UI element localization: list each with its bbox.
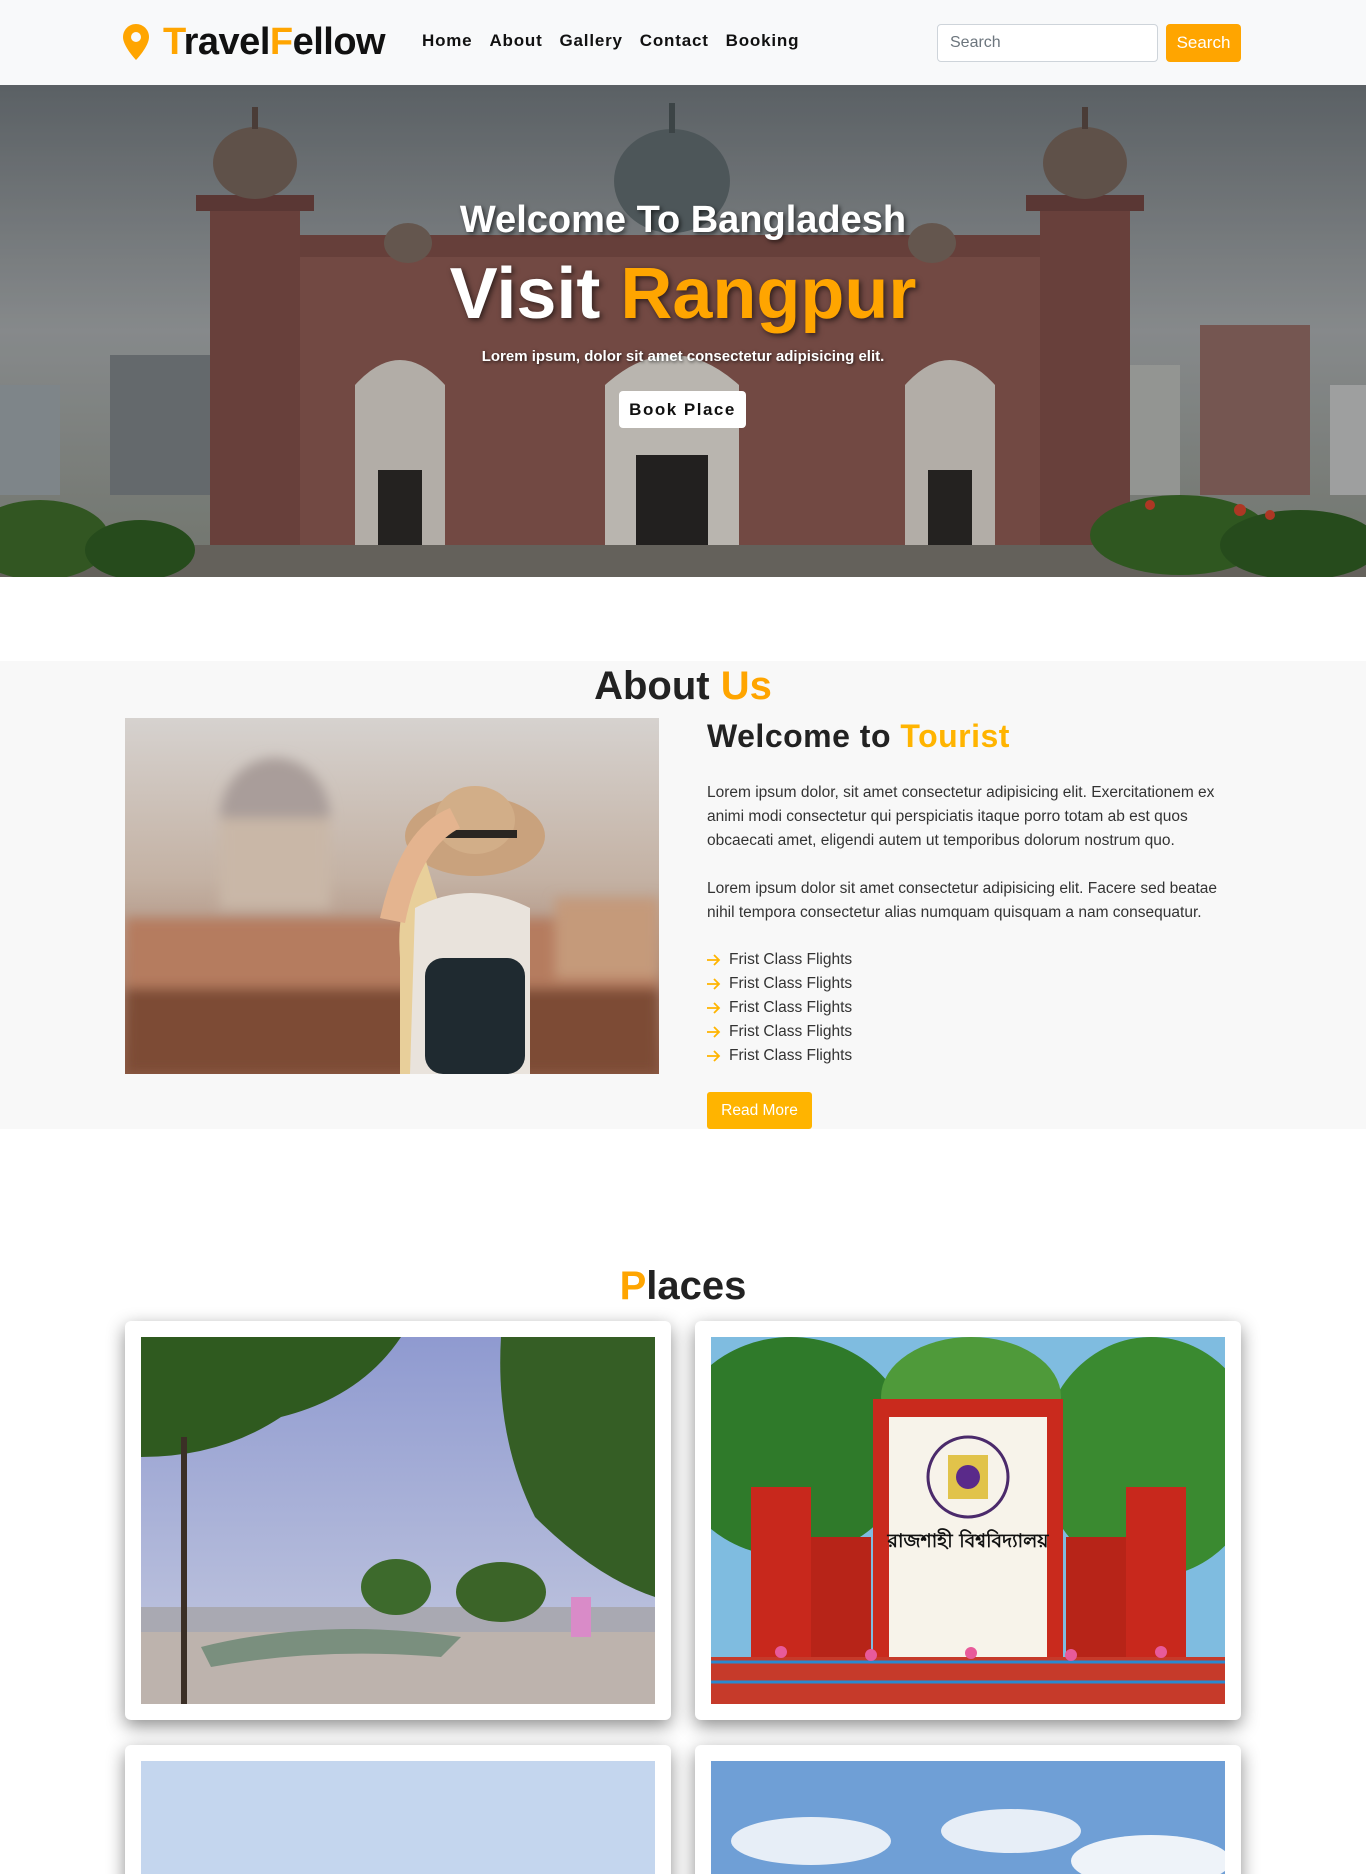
nav-booking[interactable]: Booking bbox=[726, 31, 800, 51]
place-card[interactable] bbox=[125, 1745, 671, 1874]
nav-gallery[interactable]: Gallery bbox=[560, 31, 623, 51]
search-button[interactable]: Search bbox=[1166, 24, 1241, 62]
navbar: TravelFellow Home About Gallery Contact … bbox=[0, 0, 1366, 85]
list-item: Frist Class Flights bbox=[707, 996, 852, 1020]
brand-name: TravelFellow bbox=[163, 20, 386, 63]
place-card[interactable] bbox=[695, 1745, 1241, 1874]
hero-description: Lorem ipsum, dolor sit amet consectetur … bbox=[481, 348, 885, 365]
about-section: About Us Welcome to Tourist Lorem ipsum … bbox=[0, 661, 1366, 1129]
feature-list: Frist Class Flights Frist Class Flights … bbox=[707, 948, 852, 1068]
places-heading: Places bbox=[619, 1264, 747, 1308]
about-paragraph-1: Lorem ipsum dolor, sit amet consectetur … bbox=[707, 784, 1215, 849]
hero-subtitle: Welcome To Bangladesh bbox=[459, 199, 907, 241]
signboard-text: রাজশাহী বিশ্ববিদ্যালয় bbox=[887, 1528, 1050, 1552]
arrow-right-icon bbox=[707, 1002, 721, 1014]
arrow-right-icon bbox=[707, 954, 721, 966]
hero-section: Welcome To Bangladesh Visit Rangpur Lore… bbox=[0, 85, 1366, 577]
arrow-right-icon bbox=[707, 1050, 721, 1062]
arrow-right-icon bbox=[707, 978, 721, 990]
list-item: Frist Class Flights bbox=[707, 972, 852, 996]
list-item: Frist Class Flights bbox=[707, 948, 852, 972]
hero-title: Visit Rangpur bbox=[449, 254, 917, 334]
place-card[interactable] bbox=[125, 1321, 671, 1720]
map-pin-icon bbox=[123, 24, 149, 60]
list-item: Frist Class Flights bbox=[707, 1020, 852, 1044]
arrow-right-icon bbox=[707, 1026, 721, 1038]
place-image: রাজশাহী বিশ্ববিদ্যালয় bbox=[711, 1337, 1225, 1704]
brand-logo[interactable]: TravelFellow bbox=[123, 20, 386, 64]
about-title: Welcome to Tourist bbox=[707, 718, 1010, 754]
about-paragraph-2: Lorem ipsum dolor sit amet consectetur a… bbox=[707, 880, 1218, 921]
place-card[interactable]: রাজশাহী বিশ্ববিদ্যালয় bbox=[695, 1321, 1241, 1720]
nav-about[interactable]: About bbox=[489, 31, 542, 51]
nav-home[interactable]: Home bbox=[422, 31, 472, 51]
book-place-button[interactable]: Book Place bbox=[619, 391, 746, 428]
place-image bbox=[141, 1337, 655, 1704]
about-heading: About Us bbox=[594, 664, 772, 708]
main-nav: Home About Gallery Contact Booking bbox=[422, 31, 816, 51]
place-image bbox=[141, 1761, 655, 1874]
place-image bbox=[711, 1761, 1225, 1874]
nav-contact[interactable]: Contact bbox=[640, 31, 709, 51]
about-image bbox=[125, 718, 659, 1074]
read-more-button[interactable]: Read More bbox=[707, 1092, 812, 1129]
search-input[interactable]: Search bbox=[937, 24, 1158, 62]
list-item: Frist Class Flights bbox=[707, 1044, 852, 1068]
